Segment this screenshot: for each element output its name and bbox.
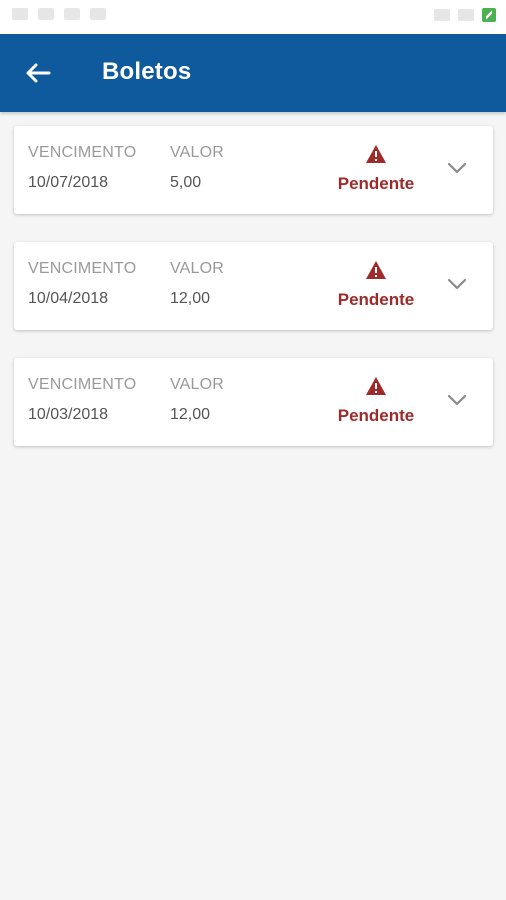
valor-value: 5,00 bbox=[170, 174, 202, 191]
chevron-down-icon[interactable] bbox=[447, 278, 467, 290]
status-block: Pendente bbox=[334, 144, 418, 194]
app-bar: Boletos bbox=[0, 34, 506, 112]
status-text: Pendente bbox=[337, 290, 415, 309]
vencimento-label: VENCIMENTO bbox=[28, 260, 137, 277]
page-title: Boletos bbox=[102, 58, 192, 85]
warning-icon bbox=[366, 261, 386, 279]
back-button[interactable] bbox=[18, 56, 58, 90]
valor-value: 12,00 bbox=[170, 290, 211, 307]
vencimento-label: VENCIMENTO bbox=[28, 144, 137, 161]
warning-icon bbox=[366, 145, 386, 163]
notification-icon bbox=[64, 8, 80, 20]
status-text: Pendente bbox=[337, 406, 415, 425]
valor-label: VALOR bbox=[170, 376, 225, 393]
vencimento-value: 10/07/2018 bbox=[28, 174, 109, 191]
status-text: Pendente bbox=[337, 174, 415, 193]
boletos-list: VENCIMENTO 10/07/2018 VALOR 5,00 Pendent… bbox=[14, 126, 493, 474]
status-block: Pendente bbox=[334, 376, 418, 426]
signal-icon bbox=[434, 9, 450, 21]
chevron-down-icon[interactable] bbox=[447, 394, 467, 406]
arrow-left-icon bbox=[26, 63, 51, 83]
wifi-icon bbox=[458, 9, 474, 21]
valor-value: 12,00 bbox=[170, 406, 211, 423]
notification-icon bbox=[12, 8, 28, 20]
notification-icon bbox=[38, 8, 54, 20]
boleto-card[interactable]: VENCIMENTO 10/04/2018 VALOR 12,00 Penden… bbox=[14, 242, 493, 330]
vencimento-value: 10/04/2018 bbox=[28, 290, 109, 307]
notification-icons bbox=[12, 8, 106, 20]
system-icons bbox=[434, 8, 496, 22]
chevron-down-icon[interactable] bbox=[447, 162, 467, 174]
battery-charging-icon bbox=[482, 8, 496, 22]
notification-icon bbox=[90, 8, 106, 20]
valor-label: VALOR bbox=[170, 144, 225, 161]
valor-label: VALOR bbox=[170, 260, 225, 277]
boleto-card[interactable]: VENCIMENTO 10/03/2018 VALOR 12,00 Penden… bbox=[14, 358, 493, 446]
vencimento-value: 10/03/2018 bbox=[28, 406, 109, 423]
boleto-card[interactable]: VENCIMENTO 10/07/2018 VALOR 5,00 Pendent… bbox=[14, 126, 493, 214]
warning-icon bbox=[366, 377, 386, 395]
status-block: Pendente bbox=[334, 260, 418, 310]
vencimento-label: VENCIMENTO bbox=[28, 376, 137, 393]
status-bar bbox=[0, 0, 506, 34]
